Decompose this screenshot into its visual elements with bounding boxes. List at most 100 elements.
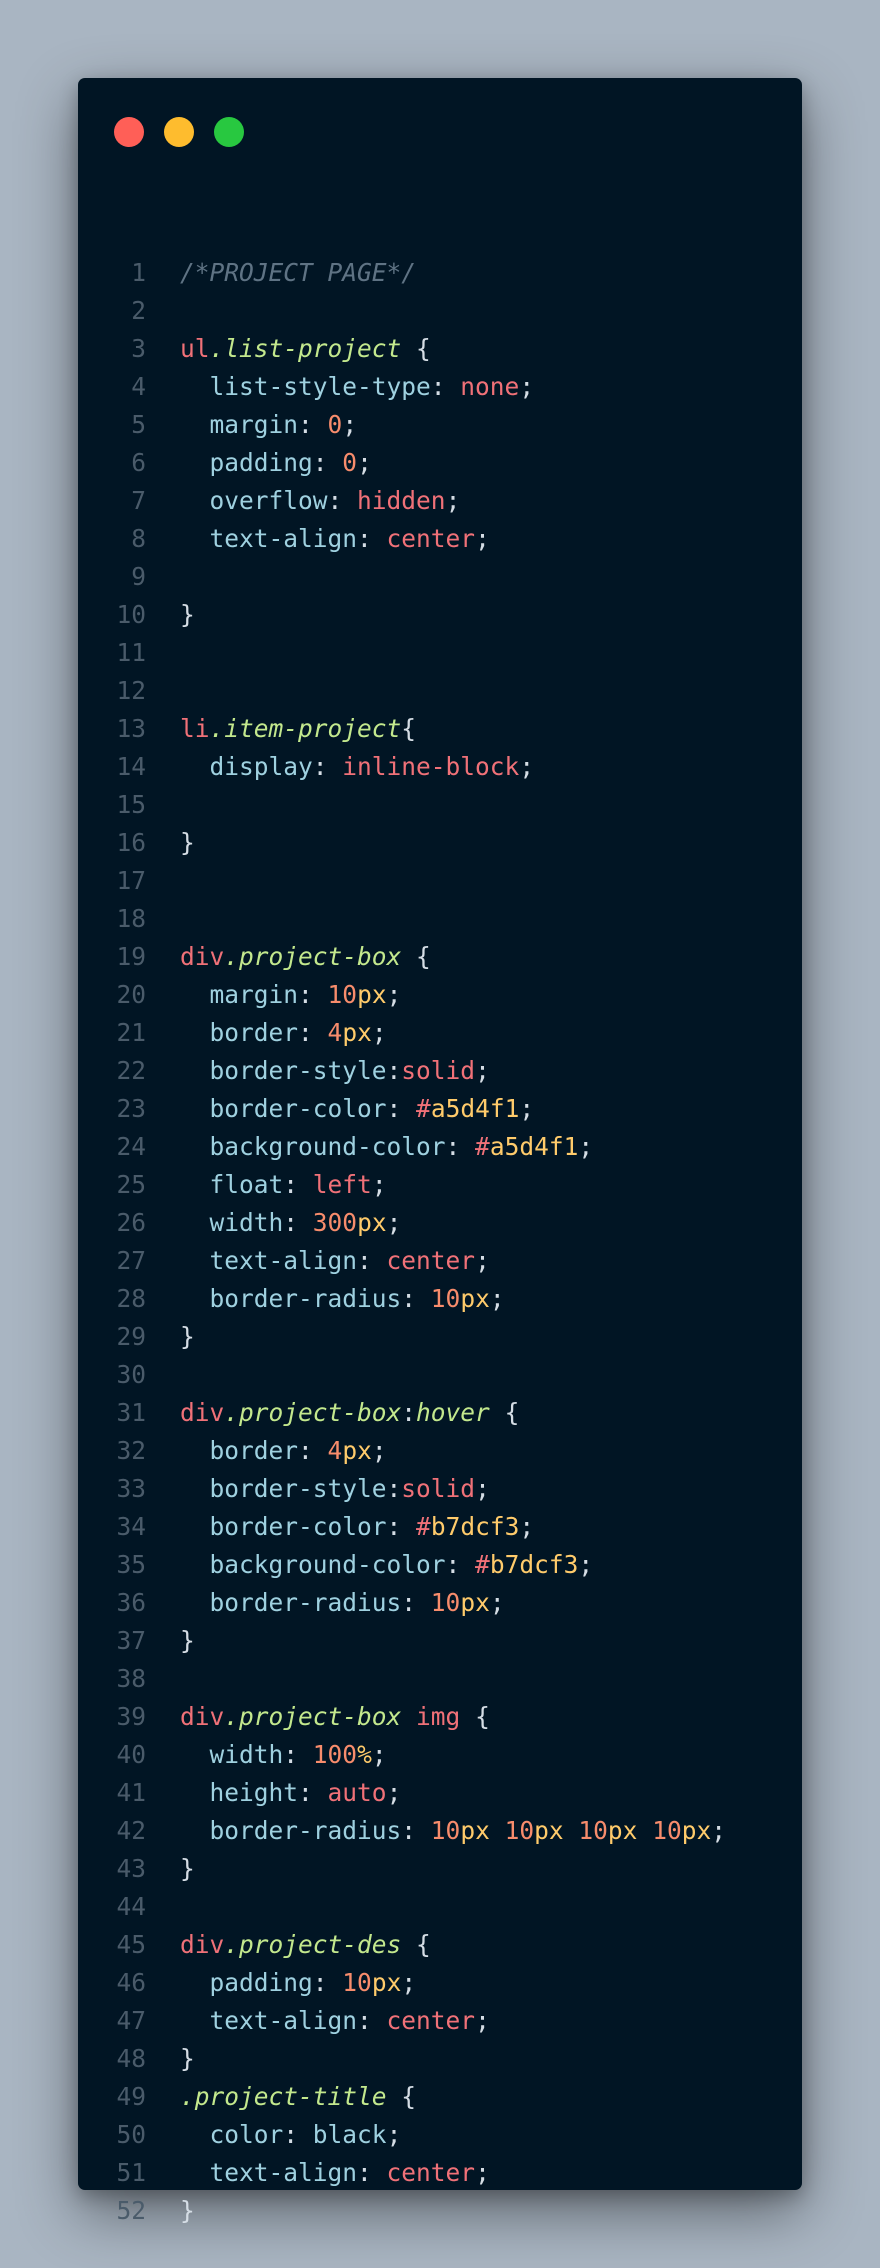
code-token: } — [180, 600, 195, 629]
maximize-dot-icon[interactable] — [214, 117, 244, 147]
code-text: border-style:solid; — [180, 1470, 490, 1508]
code-token: : — [283, 2120, 313, 2149]
code-token: b7dcf3 — [489, 1550, 579, 1579]
code-line: 42 border-radius: 10px 10px 10px 10px; — [78, 1812, 802, 1850]
code-token: : — [401, 1816, 431, 1845]
code-token: : — [357, 2006, 387, 2035]
code-token: { — [401, 334, 431, 363]
code-token: : — [327, 486, 358, 515]
code-token: border-style — [209, 1474, 387, 1503]
code-text: } — [180, 1622, 195, 1660]
code-token: { — [489, 1398, 520, 1427]
code-token: border-radius — [209, 1284, 402, 1313]
code-token: border — [209, 1436, 299, 1465]
close-dot-icon[interactable] — [114, 117, 144, 147]
code-token: { — [386, 2082, 417, 2111]
code-token: 100 — [312, 1740, 358, 1769]
code-token: px — [460, 1816, 490, 1845]
code-token: px — [342, 1018, 372, 1047]
line-number: 8 — [131, 524, 146, 553]
code-text: text-align: center; — [180, 1242, 490, 1280]
code-token: ; — [489, 1284, 505, 1313]
code-line: 12 — [78, 672, 802, 710]
line-number: 31 — [116, 1398, 146, 1427]
line-number: 49 — [116, 2082, 146, 2111]
line-number: 16 — [116, 828, 146, 857]
code-token: center — [386, 2158, 476, 2187]
code-text: } — [180, 2192, 195, 2230]
code-token: img — [416, 1702, 461, 1731]
code-token: /*PROJECT PAGE*/ — [180, 258, 417, 287]
code-token: border — [209, 1018, 299, 1047]
line-number: 27 — [116, 1246, 146, 1275]
line-number: 13 — [116, 714, 146, 743]
code-token: : — [312, 448, 343, 477]
code-token: : — [401, 1588, 431, 1617]
line-number: 23 — [116, 1094, 146, 1123]
code-line: 45 div.project-des { — [78, 1926, 802, 1964]
code-token: center — [386, 524, 476, 553]
code-token: ; — [711, 1816, 726, 1845]
code-token: # — [416, 1512, 431, 1541]
code-token: 300 — [312, 1208, 358, 1237]
code-token: : — [283, 1170, 313, 1199]
code-token: 4 — [327, 1436, 343, 1465]
code-token: : — [357, 2158, 387, 2187]
code-text: /*PROJECT PAGE*/ — [180, 254, 416, 292]
line-number: 6 — [131, 448, 146, 477]
code-line: 14 display: inline-block; — [78, 748, 802, 786]
code-line: 39 div.project-box img { — [78, 1698, 802, 1736]
code-token: : — [386, 1094, 417, 1123]
line-number: 37 — [116, 1626, 146, 1655]
code-line: 43} — [78, 1850, 802, 1888]
code-token: px — [357, 980, 387, 1009]
code-line: 40 width: 100%; — [78, 1736, 802, 1774]
code-token: float — [209, 1170, 284, 1199]
code-token: ; — [386, 1778, 402, 1807]
code-token: ; — [578, 1132, 594, 1161]
code-line: 6 padding: 0; — [78, 444, 802, 482]
line-number: 9 — [131, 562, 146, 591]
code-token: 0 — [327, 410, 343, 439]
code-token: border-color — [209, 1094, 387, 1123]
code-text: margin: 10px; — [180, 976, 402, 1014]
code-text: div.project-box { — [180, 938, 431, 976]
code-token: a5d4f1 — [489, 1132, 579, 1161]
code-token: a5d4f1 — [430, 1094, 520, 1123]
line-number: 28 — [116, 1284, 146, 1313]
code-token: : — [312, 752, 343, 781]
line-number: 50 — [116, 2120, 146, 2149]
code-line: 13 li.item-project{ — [78, 710, 802, 748]
line-number: 19 — [116, 942, 146, 971]
minimize-dot-icon[interactable] — [164, 117, 194, 147]
code-text: background-color: #a5d4f1; — [180, 1128, 594, 1166]
code-token: } — [180, 1626, 195, 1655]
line-number: 38 — [116, 1664, 146, 1693]
code-token: px — [460, 1588, 490, 1617]
code-text: background-color: #b7dcf3; — [180, 1546, 594, 1584]
code-token: : — [298, 1436, 328, 1465]
code-token: # — [475, 1132, 490, 1161]
code-line: 18 — [78, 900, 802, 938]
code-token: : — [357, 1246, 387, 1275]
code-line: 3 ul.list-project { — [78, 330, 802, 368]
code-token: .item-project — [209, 714, 402, 743]
code-line: 34 border-color: #b7dcf3; — [78, 1508, 802, 1546]
code-token: ; — [519, 372, 535, 401]
line-number: 10 — [116, 600, 146, 629]
code-token: solid — [401, 1474, 476, 1503]
code-token: px — [681, 1816, 712, 1845]
code-token: .project-box — [224, 942, 402, 971]
code-token: # — [475, 1550, 490, 1579]
code-text: border-color: #a5d4f1; — [180, 1090, 535, 1128]
code-token: ; — [371, 1018, 387, 1047]
code-token: : — [401, 1284, 431, 1313]
line-number: 45 — [116, 1930, 146, 1959]
